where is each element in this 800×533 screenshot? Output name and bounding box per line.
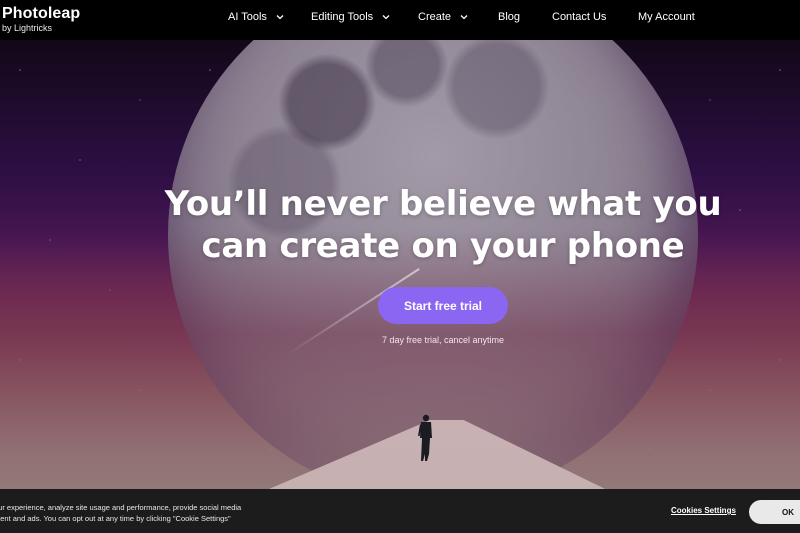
brand-name: Photoleap: [2, 5, 81, 22]
chevron-down-icon: [381, 12, 391, 22]
cookie-text-line-2: ntent and ads. You can opt out at any ti…: [0, 514, 231, 523]
brand-logo[interactable]: Photoleap by Lightricks: [2, 5, 80, 34]
nav-item-label: Editing Tools: [311, 11, 374, 23]
brand-subtitle: by Lightricks: [2, 23, 53, 33]
cookie-text-line-1: our experience, analyze site usage and p…: [0, 503, 242, 512]
nav-item-my-account[interactable]: My Account: [638, 11, 695, 23]
nav-item-label: My Account: [638, 11, 695, 23]
nav-item-contact-us[interactable]: Contact Us: [552, 11, 606, 23]
hero-section: You’ll never believe what you can create…: [0, 40, 800, 489]
cookie-banner: our experience, analyze site usage and p…: [0, 489, 800, 533]
nav-item-blog[interactable]: Blog: [498, 11, 520, 23]
chevron-down-icon: [459, 12, 469, 22]
nav-item-label: Create: [418, 11, 452, 23]
hero-headline-line-1: You’ll never believe what you: [164, 184, 722, 224]
cookie-settings-link[interactable]: Cookies Settings: [671, 506, 736, 515]
nav-item-label: Blog: [498, 11, 521, 23]
start-free-trial-button[interactable]: Start free trial: [378, 287, 508, 324]
cookie-banner-text: our experience, analyze site usage and p…: [0, 502, 241, 524]
nav-item-ai-tools[interactable]: AI Tools: [228, 11, 285, 23]
walking-person-silhouette: [418, 414, 432, 461]
nav-item-label: Contact Us: [552, 11, 607, 23]
trial-subtext: 7 day free trial, cancel anytime: [381, 335, 505, 345]
hero-headline: You’ll never believe what you can create…: [0, 183, 800, 267]
top-navigation: Photoleap by Lightricks AI Tools Editing…: [0, 0, 800, 40]
cookie-ok-button[interactable]: OK: [749, 500, 800, 524]
hero-headline-line-2: can create on your phone: [201, 226, 685, 266]
nav-item-create[interactable]: Create: [418, 11, 469, 23]
chevron-down-icon: [275, 12, 285, 22]
nav-item-label: AI Tools: [228, 11, 267, 23]
nav-item-editing-tools[interactable]: Editing Tools: [311, 11, 391, 23]
